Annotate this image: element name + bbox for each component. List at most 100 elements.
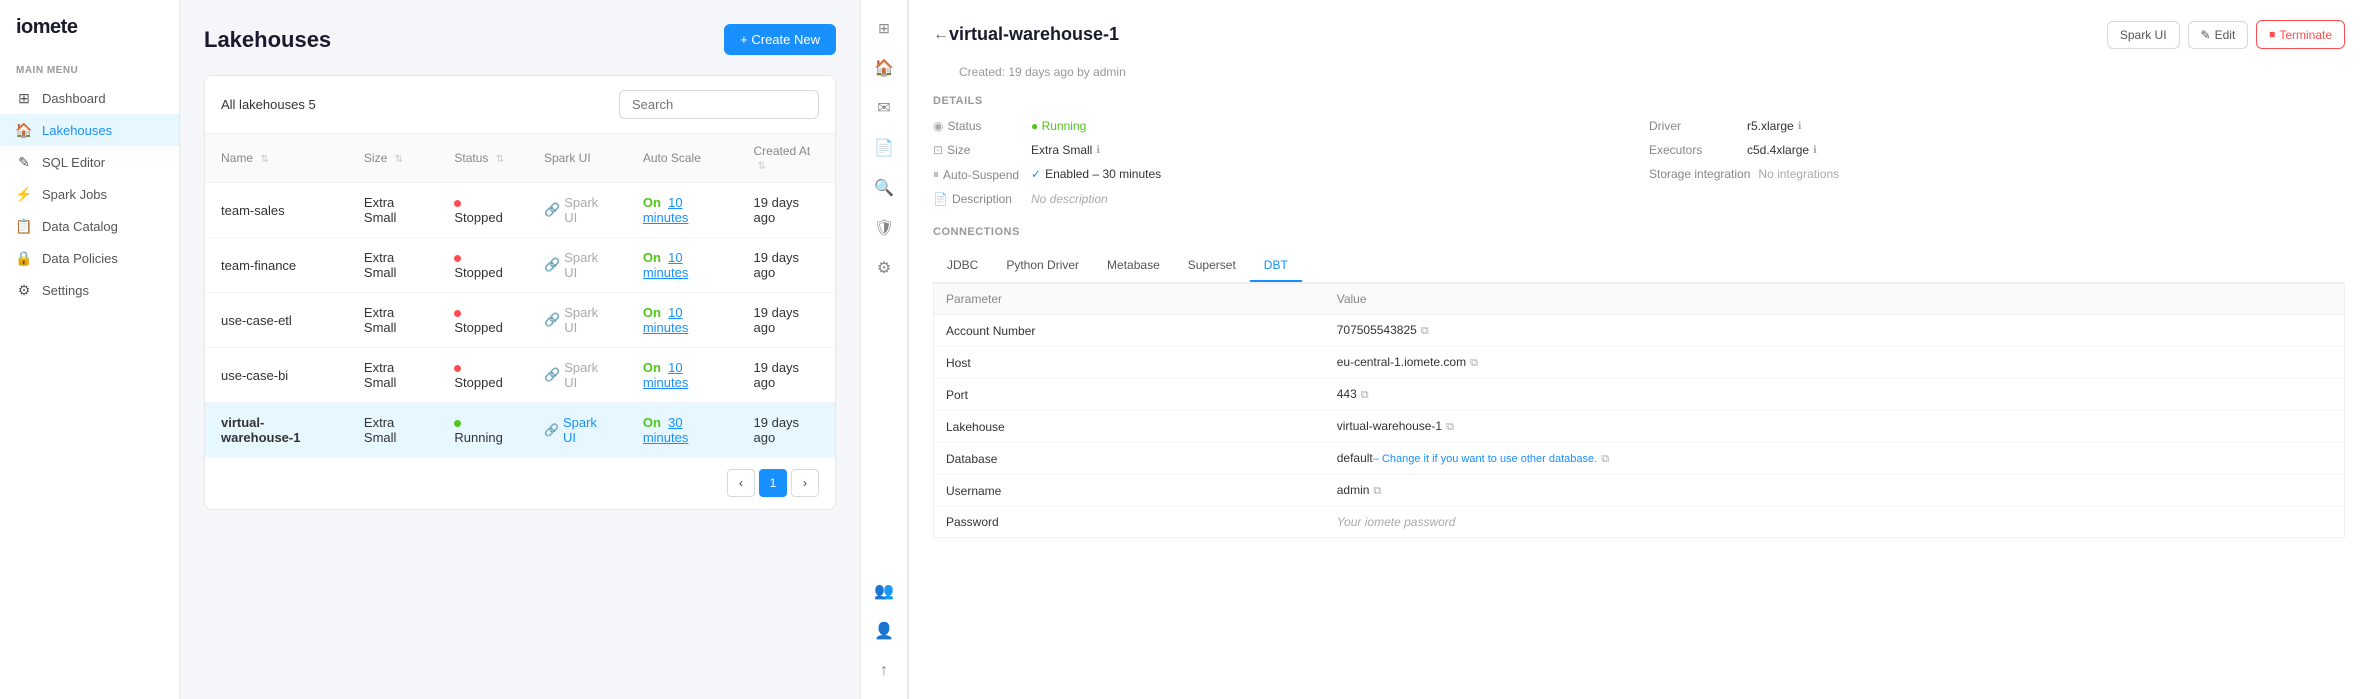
- sidebar-item-dashboard[interactable]: ⊞ Dashboard: [0, 82, 179, 114]
- conn-value-cell: 707505543825 ⧉: [1325, 315, 2345, 347]
- spark-jobs-icon: ⚡: [16, 186, 32, 202]
- page-1-button[interactable]: 1: [759, 469, 787, 497]
- data-catalog-label: Data Catalog: [42, 219, 118, 234]
- copy-icon[interactable]: ⧉: [1470, 357, 1478, 369]
- sort-icon-size[interactable]: ⇅: [395, 154, 403, 165]
- conn-param: Lakehouse: [934, 411, 1325, 443]
- cell-status: Stopped: [438, 293, 528, 348]
- conn-table-row: Host eu-central-1.iomete.com⧉: [934, 347, 2345, 379]
- settings-icon: ⚙: [16, 282, 32, 298]
- icon-strip-doc[interactable]: 📄: [868, 132, 900, 164]
- sql-editor-label: SQL Editor: [42, 155, 105, 170]
- icon-strip-layout[interactable]: ⊞: [868, 12, 900, 44]
- detail-terminate-button[interactable]: ⏹ Terminate: [2256, 20, 2345, 49]
- cell-created: 19 days ago: [738, 293, 835, 348]
- cell-created: 19 days ago: [738, 238, 835, 293]
- table-row[interactable]: virtual-warehouse-1 Extra Small Running …: [205, 403, 835, 458]
- conn-tab-jdbc[interactable]: JDBC: [933, 250, 992, 282]
- sidebar-item-data-catalog[interactable]: 📋Data Catalog: [0, 210, 179, 242]
- conn-value: 707505543825: [1337, 323, 1417, 337]
- prev-page-button[interactable]: ‹: [727, 469, 755, 497]
- status-dot: [454, 200, 461, 207]
- detail-edit-button[interactable]: ✎ Edit: [2188, 21, 2249, 49]
- detail-spark-ui-button[interactable]: Spark UI: [2107, 21, 2180, 49]
- table-row[interactable]: team-sales Extra Small Stopped 🔗Spark UI…: [205, 183, 835, 238]
- dashboard-icon: ⊞: [16, 90, 32, 106]
- spark-ui-disabled: 🔗Spark UI: [544, 360, 611, 390]
- cell-size: Extra Small: [348, 403, 438, 458]
- executors-info-icon[interactable]: ℹ: [1813, 145, 1817, 156]
- cell-autoscale: On 10 minutes: [627, 293, 738, 348]
- table-row[interactable]: use-case-etl Extra Small Stopped 🔗Spark …: [205, 293, 835, 348]
- sidebar-item-data-policies[interactable]: 🔒Data Policies: [0, 242, 179, 274]
- conn-value: admin: [1337, 483, 1370, 497]
- icon-strip-shield[interactable]: 🛡: [868, 212, 900, 244]
- table-row[interactable]: team-finance Extra Small Stopped 🔗Spark …: [205, 238, 835, 293]
- status-key-icon: ◉: [933, 119, 943, 133]
- conn-tab-metabase[interactable]: Metabase: [1093, 250, 1174, 282]
- sort-icon-status[interactable]: ⇅: [496, 154, 504, 165]
- details-right-col: Driver r5.xlarge ℹ Executors c5d.4xlarge…: [1649, 119, 2345, 206]
- sidebar-item-lakehouses[interactable]: 🏠Lakehouses: [0, 114, 179, 146]
- detail-executors-value: c5d.4xlarge ℹ: [1747, 143, 1817, 157]
- copy-icon[interactable]: ⧉: [1421, 325, 1429, 337]
- copy-icon[interactable]: ⧉: [1373, 485, 1381, 497]
- icon-strip-search[interactable]: 🔍: [868, 172, 900, 204]
- next-page-button[interactable]: ›: [791, 469, 819, 497]
- cell-spark-ui: 🔗Spark UI: [528, 293, 627, 348]
- conn-value: virtual-warehouse-1: [1337, 419, 1442, 433]
- conn-param: Database: [934, 443, 1325, 475]
- driver-info-icon[interactable]: ℹ: [1798, 121, 1802, 132]
- sort-icon-created[interactable]: ⇅: [758, 161, 766, 172]
- chain-icon: 🔗: [544, 312, 560, 328]
- detail-status-row: ◉ Status ● Running: [933, 119, 1629, 133]
- connection-tabs: JDBCPython DriverMetabaseSupersetDBT: [933, 250, 2345, 283]
- table-toolbar: All lakehouses 5: [205, 76, 835, 134]
- sidebar-nav: ⊞ Dashboard 🏠Lakehouses✎SQL Editor⚡Spark J…: [0, 82, 179, 306]
- conn-value-cell: 443⧉: [1325, 379, 2345, 411]
- icon-strip-user[interactable]: 👤: [868, 615, 900, 647]
- conn-tab-dbt[interactable]: DBT: [1250, 250, 1302, 282]
- chain-icon: 🔗: [544, 367, 560, 383]
- sidebar-item-spark-jobs[interactable]: ⚡Spark Jobs: [0, 178, 179, 210]
- spark-ui-link[interactable]: 🔗Spark UI: [544, 415, 611, 445]
- sort-icon-name[interactable]: ⇅: [260, 154, 268, 165]
- search-input[interactable]: [619, 90, 819, 119]
- back-button[interactable]: ←: [933, 26, 949, 44]
- table-row[interactable]: use-case-bi Extra Small Stopped 🔗Spark U…: [205, 348, 835, 403]
- sidebar-item-sql-editor[interactable]: ✎SQL Editor: [0, 146, 179, 178]
- conn-tab-python-driver[interactable]: Python Driver: [992, 250, 1093, 282]
- main-content: Lakehouses + Create New All lakehouses 5…: [180, 0, 2369, 699]
- cell-created: 19 days ago: [738, 403, 835, 458]
- cell-name: use-case-bi: [205, 348, 348, 403]
- icon-strip-group[interactable]: 👥: [868, 575, 900, 607]
- details-left-col: ◉ Status ● Running ⊡ Size Extra Small ℹ …: [933, 119, 1629, 206]
- size-info-icon[interactable]: ℹ: [1096, 145, 1100, 156]
- detail-autosuspend-key: ⏸ Auto-Suspend: [933, 167, 1023, 182]
- detail-size-key: ⊡ Size: [933, 143, 1023, 157]
- dashboard-label: Dashboard: [42, 91, 106, 106]
- link-icon: 🔗: [544, 423, 559, 437]
- table-header-row: Name ⇅ Size ⇅ Status ⇅ Spark UI Auto Sca…: [205, 134, 835, 183]
- lakehouses-label: Lakehouses: [42, 123, 112, 138]
- icon-strip-upload[interactable]: ↑: [868, 655, 900, 687]
- icon-strip-mail[interactable]: ✉: [868, 92, 900, 124]
- status-dot: [454, 365, 461, 372]
- copy-icon[interactable]: ⧉: [1361, 389, 1369, 401]
- pagination: ‹ 1 ›: [205, 457, 835, 509]
- icon-strip-settings[interactable]: ⚙: [868, 252, 900, 284]
- conn-tab-superset[interactable]: Superset: [1174, 250, 1250, 282]
- conn-value-cell: eu-central-1.iomete.com⧉: [1325, 347, 2345, 379]
- copy-icon[interactable]: ⧉: [1601, 453, 1609, 465]
- copy-icon[interactable]: ⧉: [1446, 421, 1454, 433]
- conn-param: Port: [934, 379, 1325, 411]
- create-new-button[interactable]: + Create New: [724, 24, 836, 55]
- detail-panel: ← virtual-warehouse-1 Spark UI ✎ Edit ⏹ …: [908, 0, 2369, 699]
- db-change-link[interactable]: – Change it if you want to use other dat…: [1373, 453, 1597, 465]
- details-grid: ◉ Status ● Running ⊡ Size Extra Small ℹ …: [933, 119, 2345, 206]
- details-section-title: DETAILS: [933, 95, 2345, 107]
- status-dot: [454, 255, 461, 262]
- detail-header: ← virtual-warehouse-1 Spark UI ✎ Edit ⏹ …: [933, 20, 2345, 49]
- sidebar-item-settings[interactable]: ⚙Settings: [0, 274, 179, 306]
- icon-strip-home[interactable]: 🏠: [868, 52, 900, 84]
